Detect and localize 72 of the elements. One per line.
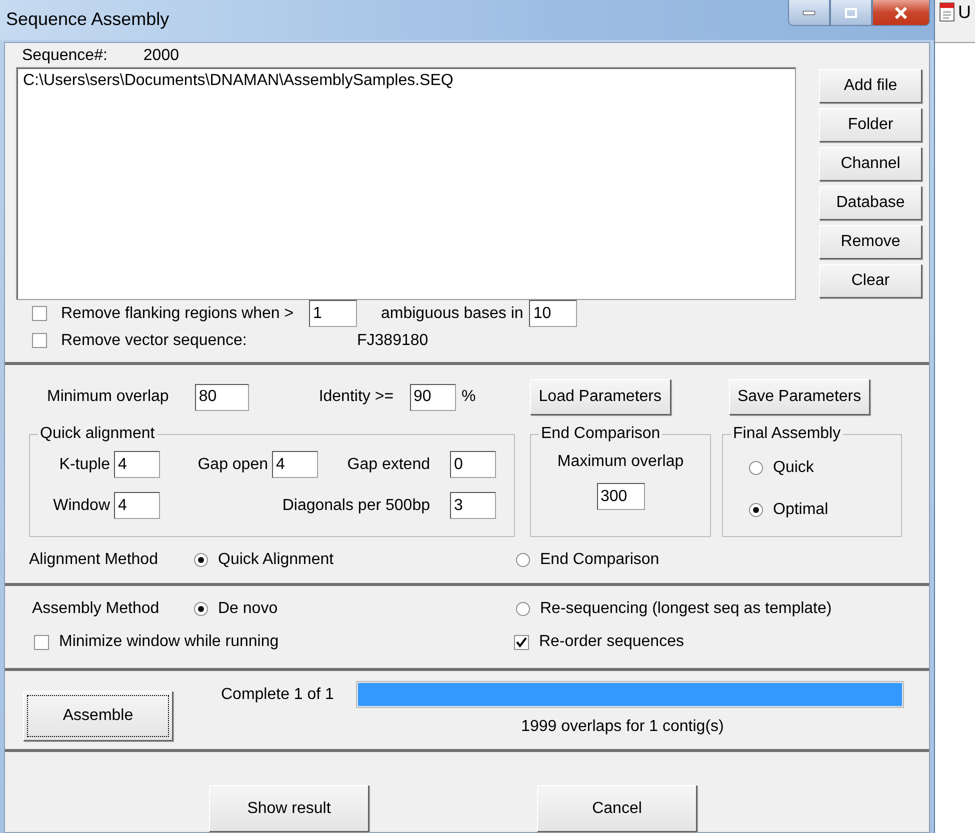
- checkbox[interactable]: [34, 634, 49, 650]
- checkbox[interactable]: [32, 306, 47, 321]
- group-title: Quick alignment: [39, 425, 156, 443]
- radio-button[interactable]: [749, 461, 763, 475]
- file-list-item[interactable]: C:\Users\sers\Documents\DNAMAN\AssemblySamples.SEQ: [23, 72, 789, 90]
- file-button[interactable]: Remove: [819, 225, 922, 259]
- method-label: Alignment Method: [29, 551, 159, 569]
- load-parameters-button[interactable]: Load Parameters: [530, 379, 670, 415]
- sequence-label: Sequence#:: [22, 47, 108, 65]
- dialog-button[interactable]: Show result: [209, 785, 369, 832]
- unit-label: %: [462, 388, 476, 406]
- vector-name: FJ389180: [357, 332, 428, 350]
- radio-button[interactable]: [749, 503, 763, 517]
- radio-button[interactable]: [516, 602, 530, 616]
- file-button[interactable]: Database: [819, 186, 922, 220]
- input-field[interactable]: 1: [309, 300, 357, 327]
- radio-label: Quick: [773, 459, 814, 477]
- save-parameters-button[interactable]: Save Parameters: [728, 379, 870, 415]
- radio-label: Re-sequencing (longest seq as template): [540, 600, 832, 618]
- progress-label: Complete 1 of 1: [221, 686, 334, 704]
- input-field[interactable]: 90: [410, 384, 456, 410]
- radio-button[interactable]: [194, 553, 208, 567]
- checkbox-label: Re-order sequences: [539, 633, 684, 651]
- input-field[interactable]: 4: [272, 451, 318, 478]
- document-icon: [939, 2, 955, 22]
- field-label: Gap extend: [346, 456, 431, 474]
- input-field[interactable]: 0: [450, 451, 496, 478]
- input-field[interactable]: 10: [529, 300, 578, 327]
- dialog-button[interactable]: Cancel: [537, 785, 697, 832]
- input-field[interactable]: 300: [596, 483, 644, 510]
- status-text: 1999 overlaps for 1 contig(s): [521, 718, 724, 736]
- field-label: Maximum overlap: [557, 453, 684, 471]
- checkbox-label: Remove vector sequence:: [61, 332, 248, 350]
- group-title: End Comparison: [540, 425, 662, 443]
- sequence-count: 2000: [143, 47, 179, 65]
- input-field[interactable]: 4: [114, 492, 160, 519]
- close-button[interactable]: [872, 0, 930, 26]
- input-field[interactable]: 3: [450, 492, 496, 519]
- minimize-button[interactable]: [788, 0, 830, 26]
- field-label: Identity >=: [318, 388, 394, 406]
- field-label: ambiguous bases in: [381, 304, 524, 322]
- field-label: Gap open: [196, 456, 269, 474]
- minimize-icon: [803, 10, 815, 14]
- file-button[interactable]: Add file: [819, 69, 922, 103]
- checkbox[interactable]: [514, 634, 529, 650]
- field-label: Diagonals per 500bp: [281, 496, 431, 514]
- radio-label: Optimal: [773, 501, 828, 519]
- window-title: U: [958, 2, 971, 23]
- field-label: Window: [52, 496, 111, 514]
- group-title: Final Assembly: [732, 425, 842, 443]
- radio-button[interactable]: [194, 602, 208, 616]
- maximize-icon: [845, 8, 857, 18]
- input-field[interactable]: 4: [114, 451, 160, 478]
- radio-label: Quick Alignment: [218, 551, 334, 569]
- file-button[interactable]: Folder: [819, 108, 922, 142]
- checkbox-label: Remove flanking regions when >: [61, 304, 295, 322]
- file-list[interactable]: C:\Users\sers\Documents\DNAMAN\AssemblySamples.SEQ: [16, 67, 796, 300]
- radio-label: De novo: [218, 600, 278, 618]
- file-button[interactable]: Channel: [819, 147, 922, 181]
- maximize-button[interactable]: [830, 0, 872, 26]
- method-label: Assembly Method: [32, 600, 160, 618]
- window-title: Sequence Assembly: [6, 9, 170, 30]
- assemble-button[interactable]: Assemble: [23, 691, 173, 741]
- field-label: K-tuple: [58, 456, 111, 474]
- checkbox-label: Minimize window while running: [59, 633, 279, 651]
- radio-button[interactable]: [516, 553, 530, 567]
- close-icon: [894, 6, 908, 18]
- checkbox[interactable]: [32, 333, 47, 348]
- radio-label: End Comparison: [540, 551, 660, 569]
- input-field[interactable]: 80: [194, 384, 249, 410]
- file-button[interactable]: Clear: [819, 264, 922, 298]
- field-label: Minimum overlap: [47, 388, 169, 406]
